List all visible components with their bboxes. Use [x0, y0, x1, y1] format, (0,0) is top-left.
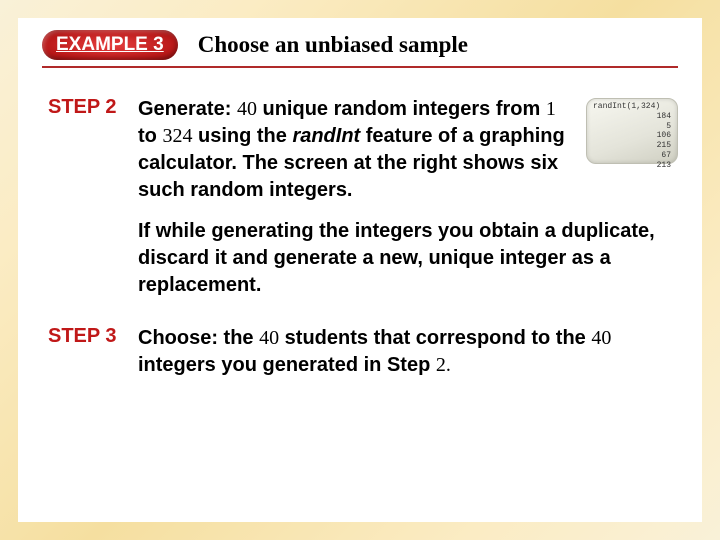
- header: EXAMPLE 3 Choose an unbiased sample: [42, 30, 678, 68]
- calc-value-4: 67: [593, 152, 671, 161]
- text-c: using the: [192, 125, 292, 147]
- step-2-row: STEP 2 randInt(1,324) 184 5 106 215 67 2…: [42, 96, 678, 204]
- s3-count: 40: [259, 327, 279, 349]
- range-low: 1: [546, 98, 556, 120]
- slide-title: Choose an unbiased sample: [198, 32, 468, 58]
- step-2-label: STEP 2: [42, 96, 138, 204]
- step-3-row: STEP 3 Choose: the 40 students that corr…: [42, 325, 678, 379]
- slide-content: EXAMPLE 3 Choose an unbiased sample STEP…: [18, 18, 702, 522]
- step-3-label: STEP 3: [42, 325, 138, 379]
- calc-value-0: 184: [593, 113, 671, 122]
- s3-text-b: students that correspond to the: [279, 327, 591, 349]
- calc-command: randInt(1,324): [593, 103, 671, 112]
- s3-count2: 40: [591, 327, 611, 349]
- choose-word: Choose:: [138, 327, 218, 349]
- s3-ref: 2.: [436, 354, 451, 376]
- calc-value-5: 213: [593, 162, 671, 171]
- range-high: 324: [162, 125, 192, 147]
- s3-text-a: the: [218, 327, 259, 349]
- text-a: unique random integers from: [257, 98, 546, 120]
- generate-word: Generate:: [138, 98, 231, 120]
- s3-text-c: integers you generated in Step: [138, 354, 436, 376]
- calc-value-1: 5: [593, 123, 671, 132]
- calc-value-2: 106: [593, 132, 671, 141]
- calculator-screen: randInt(1,324) 184 5 106 215 67 213: [586, 98, 678, 164]
- calc-value-3: 215: [593, 142, 671, 151]
- step-3-body: Choose: the 40 students that correspond …: [138, 325, 678, 379]
- func-name: randInt: [292, 125, 360, 147]
- example-badge: EXAMPLE 3: [42, 30, 178, 60]
- step-2-note: If while generating the integers you obt…: [138, 218, 678, 299]
- step-2-body: randInt(1,324) 184 5 106 215 67 213 Gene…: [138, 96, 678, 204]
- count-40: 40: [237, 98, 257, 120]
- text-b: to: [138, 125, 162, 147]
